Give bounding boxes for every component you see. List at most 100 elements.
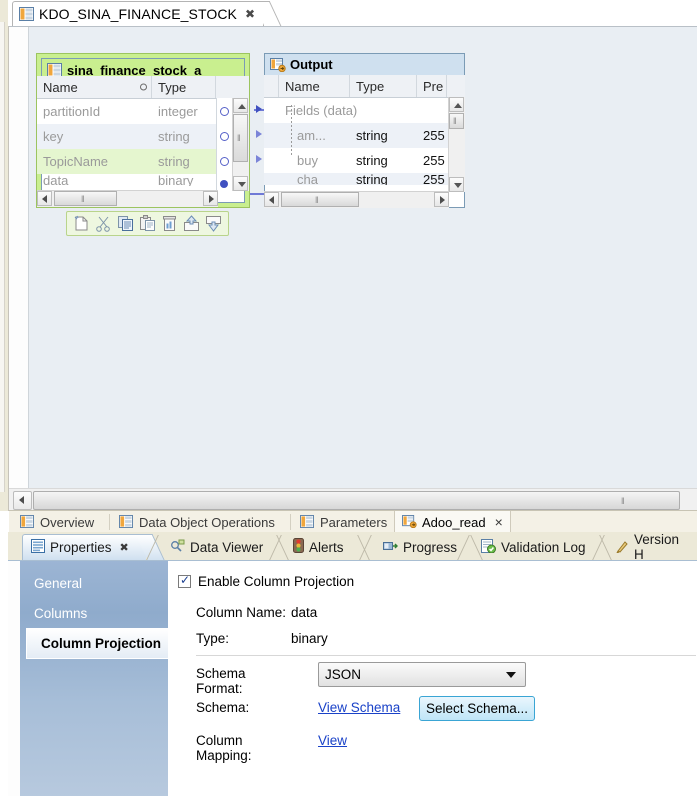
scroll-right-button[interactable] [434, 192, 449, 207]
tab-progress[interactable]: Progress [375, 534, 467, 560]
node-output-title-label: Output [290, 57, 333, 72]
enable-column-projection-label: Enable Column Projection [198, 574, 355, 589]
cell-name: data [43, 174, 69, 186]
view-tab-parameters[interactable]: Parameters [293, 511, 394, 533]
chevron-down-icon[interactable] [506, 671, 516, 678]
sidebar-item-column-projection-label: Column Projection [41, 636, 162, 651]
tree-guide-line [291, 105, 292, 157]
source-col-header-name-label: Name [43, 79, 78, 95]
output-col-header-type[interactable]: Type [350, 75, 417, 97]
cell-name: cha [297, 173, 318, 185]
adjacent-view-edge-inner [0, 22, 5, 492]
table-row[interactable]: buy string 255 [264, 148, 465, 173]
view-tab-adoo-read[interactable]: Adoo_read × [394, 511, 511, 533]
type-row: Type: binary [196, 631, 328, 646]
canvas-scroll-thumb[interactable]: ‖ [33, 491, 680, 510]
view-tab-separator [290, 514, 291, 530]
column-mapping-view-link[interactable]: View [318, 733, 347, 748]
scroll-thumb[interactable]: ‖ [449, 113, 464, 129]
table-row[interactable]: Fields (data) [264, 98, 465, 123]
source-vertical-scrollbar[interactable]: ‖ [232, 98, 249, 191]
select-schema-button[interactable]: Select Schema... [419, 696, 535, 721]
scroll-grip: ‖ [315, 194, 320, 205]
editor-tab-close-icon[interactable]: ✖ [245, 8, 255, 20]
tab-validation-log[interactable]: Validation Log [473, 534, 596, 560]
view-schema-link[interactable]: View Schema [318, 700, 400, 715]
tab-properties[interactable]: Properties ✖ [22, 534, 146, 560]
scroll-thumb[interactable]: ‖ [54, 191, 117, 206]
scroll-left-button[interactable] [37, 191, 52, 206]
cell-type: string [356, 128, 388, 143]
table-row[interactable]: am... string 255 [264, 123, 465, 148]
schema-format-select[interactable]: JSON [318, 662, 526, 687]
data-object-icon [300, 515, 315, 529]
input-port-buy[interactable] [256, 155, 262, 163]
tab-properties-close-icon[interactable]: ✖ [120, 541, 129, 554]
scroll-down-button[interactable] [449, 177, 464, 192]
output-col-header-name[interactable]: Name [279, 75, 350, 97]
cell-precision: 255 [423, 153, 445, 168]
input-port-fields[interactable] [256, 105, 262, 113]
scroll-left-button[interactable] [264, 192, 279, 207]
cell-type: string [158, 154, 190, 169]
tab-data-viewer[interactable]: Data Viewer [162, 534, 273, 560]
scroll-up-button[interactable] [233, 98, 248, 113]
sidebar-item-general[interactable]: General [20, 568, 168, 598]
canvas-scroll-left-button[interactable] [13, 491, 32, 510]
view-tab-overview[interactable]: Overview [13, 511, 101, 533]
tab-version-history[interactable]: Version H [608, 532, 697, 562]
node-action-toolbar[interactable] [66, 211, 229, 236]
output-port-topicname[interactable] [220, 157, 229, 166]
scroll-grip: ‖ [81, 193, 86, 204]
node-output[interactable]: Output Name Type Pre Fields (data) am...… [256, 53, 465, 208]
output-port-icon [270, 57, 286, 72]
cut-icon[interactable] [95, 215, 112, 232]
scroll-thumb[interactable]: ‖ [281, 192, 359, 207]
source-horizontal-scrollbar[interactable]: ‖ [37, 190, 218, 207]
table-row[interactable]: cha string 255 [264, 173, 465, 185]
section-divider [196, 655, 696, 656]
bottom-panel: Properties ✖ Data Viewer Alerts Progress… [8, 532, 697, 796]
enable-column-projection-row[interactable]: Enable Column Projection [178, 573, 355, 589]
output-port-partitionid[interactable] [220, 107, 229, 116]
output-port-key[interactable] [220, 132, 229, 141]
editor-canvas[interactable]: sina_finance_stock_a Name Type partition… [9, 26, 697, 489]
properties-panel-body: General Columns Column Projection Enable… [8, 560, 697, 796]
export-icon[interactable] [183, 215, 200, 232]
output-vertical-scrollbar[interactable]: ‖ [448, 97, 465, 192]
scroll-right-button[interactable] [203, 191, 218, 206]
canvas-horizontal-scrollbar[interactable]: ‖ [9, 488, 697, 511]
node-sina-finance-stock-a[interactable]: sina_finance_stock_a Name Type partition… [36, 53, 250, 208]
sidebar-item-column-projection[interactable]: Column Projection [26, 628, 168, 659]
view-tab-data-object-operations[interactable]: Data Object Operations [112, 511, 282, 533]
delete-icon[interactable] [161, 215, 178, 232]
paste-icon[interactable] [139, 215, 156, 232]
sidebar-item-columns[interactable]: Columns [20, 598, 168, 628]
node-sina-finance-stock-a-inner: sina_finance_stock_a Name Type partition… [37, 58, 249, 207]
type-value: binary [291, 631, 328, 646]
scroll-grip: ‖ [237, 133, 242, 143]
input-port-am[interactable] [256, 130, 262, 138]
tab-data-viewer-label: Data Viewer [190, 539, 264, 555]
source-col-header-name[interactable]: Name [37, 76, 152, 98]
new-icon[interactable] [73, 215, 90, 232]
output-port-data-connected[interactable] [220, 180, 228, 188]
enable-column-projection-checkbox[interactable] [178, 573, 191, 588]
editor-tab-kdo-sina-finance-stock[interactable]: KDO_SINA_FINANCE_STOCK ✖ [12, 1, 265, 26]
view-tab-close-icon[interactable]: × [495, 514, 503, 530]
cell-name: buy [297, 153, 318, 168]
copy-icon[interactable] [117, 215, 134, 232]
scroll-thumb[interactable]: ‖ [233, 114, 248, 162]
view-tab-parameters-label: Parameters [320, 514, 388, 530]
version-history-icon [615, 539, 629, 556]
import-icon[interactable] [205, 215, 222, 232]
output-horizontal-scrollbar[interactable]: ‖ [264, 191, 449, 208]
source-col-header-type[interactable]: Type [152, 76, 216, 98]
tab-alerts[interactable]: Alerts [285, 534, 354, 560]
properties-nav-list[interactable]: General Columns Column Projection [20, 561, 168, 796]
scroll-down-button[interactable] [233, 176, 248, 191]
scroll-grip: ‖ [453, 116, 458, 126]
output-col-header-precision[interactable]: Pre [417, 75, 447, 97]
data-object-icon [119, 515, 134, 529]
scroll-up-button[interactable] [449, 97, 464, 112]
